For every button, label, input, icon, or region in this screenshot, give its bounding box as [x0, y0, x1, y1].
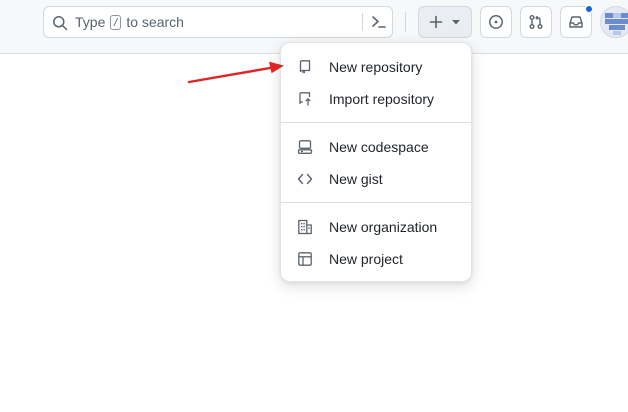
search-divider: [362, 13, 363, 31]
menu-divider: [281, 202, 471, 203]
menu-item-label: New codespace: [329, 139, 429, 155]
menu-item-label: Import repository: [329, 91, 435, 107]
code-icon: [297, 173, 313, 185]
create-new-menu: New repository Import repository New cod…: [280, 42, 472, 282]
menu-item-new-organization[interactable]: New organization: [289, 212, 465, 242]
codespaces-icon: [297, 140, 313, 154]
menu-item-label: New organization: [329, 219, 438, 235]
organization-icon: [298, 219, 312, 235]
inbox-icon: [569, 16, 583, 28]
header-divider: [405, 12, 406, 32]
issues-button[interactable]: [480, 6, 512, 38]
triangle-down-icon: [452, 20, 460, 25]
menu-item-label: New gist: [329, 171, 383, 187]
unread-notification-dot: [585, 5, 593, 13]
menu-item-import-repository[interactable]: Import repository: [289, 84, 465, 114]
menu-item-new-project[interactable]: New project: [289, 244, 465, 274]
menu-item-new-repository[interactable]: New repository: [289, 52, 465, 82]
search-shortcut-key: /: [110, 14, 122, 30]
annotation-arrow-icon: [187, 61, 284, 84]
menu-item-label: New project: [329, 251, 403, 267]
plus-icon: [429, 15, 443, 29]
menu-item-new-gist[interactable]: New gist: [289, 164, 465, 194]
identicon-icon: [601, 7, 628, 37]
user-avatar[interactable]: [600, 6, 628, 38]
search-placeholder: Type / to search: [75, 14, 184, 30]
table-icon: [298, 252, 312, 266]
menu-divider: [281, 122, 471, 123]
menu-item-label: New repository: [329, 59, 423, 75]
pull-requests-button[interactable]: [520, 6, 552, 38]
search-icon: [53, 16, 68, 31]
git-pull-request-icon: [529, 15, 543, 29]
menu-item-new-codespace[interactable]: New codespace: [289, 132, 465, 162]
search-placeholder-end: to search: [126, 14, 184, 30]
search-input[interactable]: Type / to search: [43, 6, 393, 38]
command-palette-icon[interactable]: [368, 11, 390, 33]
repo-icon: [299, 60, 311, 74]
repo-push-icon: [299, 92, 311, 106]
search-placeholder-start: Type: [75, 14, 106, 30]
issue-opened-icon: [489, 15, 503, 29]
create-new-button[interactable]: [418, 6, 472, 38]
